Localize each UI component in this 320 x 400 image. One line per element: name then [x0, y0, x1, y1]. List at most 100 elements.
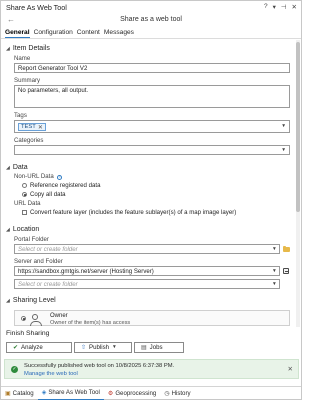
tags-field[interactable]: TEST ✕ ▼: [14, 120, 290, 133]
section-sharing-level[interactable]: ◢ Sharing Level: [6, 297, 56, 304]
checkbox[interactable]: [22, 210, 27, 215]
section-title: Location: [12, 226, 40, 233]
bottom-tab-geoprocessing[interactable]: ⚙ Geoprocessing: [104, 387, 160, 400]
section-title: Data: [12, 164, 28, 171]
remove-tag-icon[interactable]: ✕: [38, 124, 43, 131]
collapse-chevron-icon: ◢: [6, 164, 10, 171]
checkmark-icon: ✔: [13, 345, 19, 351]
bottom-tab-label: Geoprocessing: [115, 389, 157, 397]
general-tab-content: ◢ Item Details Name Report Generator Too…: [1, 40, 295, 327]
tab-general[interactable]: General: [5, 29, 30, 38]
tab-configuration[interactable]: Configuration: [34, 29, 73, 38]
person-icon: [30, 314, 42, 326]
success-check-icon: ✓: [11, 366, 18, 373]
section-data[interactable]: ◢ Data: [6, 164, 28, 171]
owner-title: Owner: [50, 313, 68, 319]
bottom-tab-label: History: [171, 389, 191, 397]
convert-feature-layer-checkbox[interactable]: Convert feature layer (includes the feat…: [22, 209, 236, 216]
non-url-data-label: Non-URL Data i: [14, 173, 63, 180]
server-icon[interactable]: [283, 268, 289, 274]
portal-folder-select[interactable]: Select or create folder: [14, 244, 280, 254]
bottom-tab-history[interactable]: ◷ History: [160, 387, 194, 400]
summary-field[interactable]: No parameters, all output.: [14, 85, 290, 108]
success-message-text: Successfully published web tool on 10/8/…: [24, 363, 175, 369]
collapse-chevron-icon: ◢: [6, 297, 10, 304]
tag-chip-label: TEST: [21, 124, 36, 130]
pane-titlebar: Share As Web Tool ? ▾ ⊣ ✕: [1, 1, 301, 14]
chevron-down-icon[interactable]: ▼: [112, 345, 117, 350]
close-icon[interactable]: ✕: [288, 365, 293, 373]
bottom-tab-share-as-web-tool[interactable]: ◈ Share As Web Tool: [37, 387, 104, 400]
section-title: Item Details: [12, 45, 50, 52]
owner-description: Owner of the item(s) has access: [50, 320, 131, 326]
section-location[interactable]: ◢ Location: [6, 226, 39, 233]
cloud-upload-icon: ⇧: [81, 345, 87, 351]
tab-divider: [1, 38, 301, 39]
pane-title: Share As Web Tool: [6, 3, 67, 12]
radio-button[interactable]: [22, 183, 27, 188]
finish-sharing-title: Finish Sharing: [6, 330, 50, 337]
pane-subtitle: Share as a web tool: [120, 16, 182, 23]
manage-web-tool-link[interactable]: Manage the web tool: [24, 371, 78, 377]
jobs-label: Jobs: [149, 344, 163, 351]
share-as-web-tool-pane: Share As Web Tool ? ▾ ⊣ ✕ ← Share as a w…: [0, 0, 302, 400]
tab-content[interactable]: Content: [77, 29, 100, 38]
pane-tabs: General Configuration Content Messages: [5, 29, 134, 38]
radio-label: Copy all data: [30, 191, 66, 198]
portal-folder-label: Portal Folder: [14, 236, 49, 243]
radio-copy-all-data[interactable]: Copy all data: [22, 191, 66, 198]
info-icon[interactable]: i: [57, 175, 63, 180]
dropdown-icon[interactable]: ▾: [273, 3, 276, 11]
publish-label: Publish: [89, 344, 110, 351]
radio-button-selected[interactable]: [22, 192, 27, 197]
bottom-tab-label: Share As Web Tool: [48, 389, 100, 396]
vertical-scrollbar[interactable]: [296, 40, 300, 327]
name-field[interactable]: Report Generator Tool V2: [14, 63, 290, 73]
tab-messages[interactable]: Messages: [104, 29, 134, 38]
success-message: ✓ Successfully published web tool on 10/…: [4, 359, 299, 379]
bottom-tab-label: Catalog: [12, 389, 34, 397]
url-data-label: URL Data: [14, 200, 41, 207]
non-url-data-text: Non-URL Data: [14, 173, 54, 180]
share-icon: ◈: [41, 390, 47, 396]
close-icon[interactable]: ✕: [292, 3, 297, 11]
server-folder-select[interactable]: Select or create folder: [14, 279, 280, 289]
section-item-details[interactable]: ◢ Item Details: [6, 45, 50, 52]
geoprocessing-icon: ⚙: [107, 390, 114, 397]
pin-icon[interactable]: ⊣: [281, 3, 287, 11]
sharing-owner-option[interactable]: Owner Owner of the item(s) has access: [14, 310, 290, 326]
categories-field[interactable]: ▼: [14, 145, 290, 155]
radio-reference-registered-data[interactable]: Reference registered data: [22, 182, 100, 189]
summary-label: Summary: [14, 77, 41, 84]
radio-button-selected[interactable]: [21, 316, 26, 321]
scrollbar-thumb[interactable]: [296, 42, 300, 212]
analyze-button[interactable]: ✔ Analyze: [6, 342, 72, 353]
categories-label: Categories: [14, 137, 44, 144]
checkbox-label: Convert feature layer (includes the feat…: [30, 209, 237, 216]
chevron-down-icon[interactable]: ▼: [272, 269, 292, 274]
server-select[interactable]: https://sandbox.gmtgis.net/server (Hosti…: [14, 266, 280, 276]
tag-chip[interactable]: TEST ✕: [18, 123, 46, 131]
publish-button[interactable]: ⇧ Publish ▼: [74, 342, 132, 353]
chevron-down-icon[interactable]: ▼: [272, 282, 292, 287]
tags-label: Tags: [14, 112, 27, 119]
chevron-down-icon[interactable]: ▼: [281, 124, 286, 129]
server-folder-label: Server and Folder: [14, 258, 63, 265]
history-icon: ◷: [164, 390, 170, 397]
bottom-pane-tabs: ▣ Catalog ◈ Share As Web Tool ⚙ Geoproce…: [1, 386, 301, 400]
catalog-icon: ▣: [5, 390, 11, 397]
collapse-chevron-icon: ◢: [6, 226, 10, 233]
name-label: Name: [14, 55, 31, 62]
folder-icon[interactable]: [283, 245, 290, 252]
jobs-icon: ▤: [141, 345, 147, 351]
finish-button-row: ✔ Analyze ⇧ Publish ▼ ▤ Jobs: [6, 342, 184, 353]
chevron-down-icon[interactable]: ▼: [281, 148, 286, 153]
bottom-tab-catalog[interactable]: ▣ Catalog: [1, 387, 38, 400]
analyze-label: Analyze: [21, 344, 43, 351]
jobs-button[interactable]: ▤ Jobs: [134, 342, 184, 353]
help-icon[interactable]: ?: [264, 3, 268, 11]
radio-label: Reference registered data: [30, 182, 101, 189]
collapse-chevron-icon: ◢: [6, 45, 10, 52]
titlebar-controls: ? ▾ ⊣ ✕: [264, 3, 297, 11]
section-title: Sharing Level: [12, 297, 56, 304]
